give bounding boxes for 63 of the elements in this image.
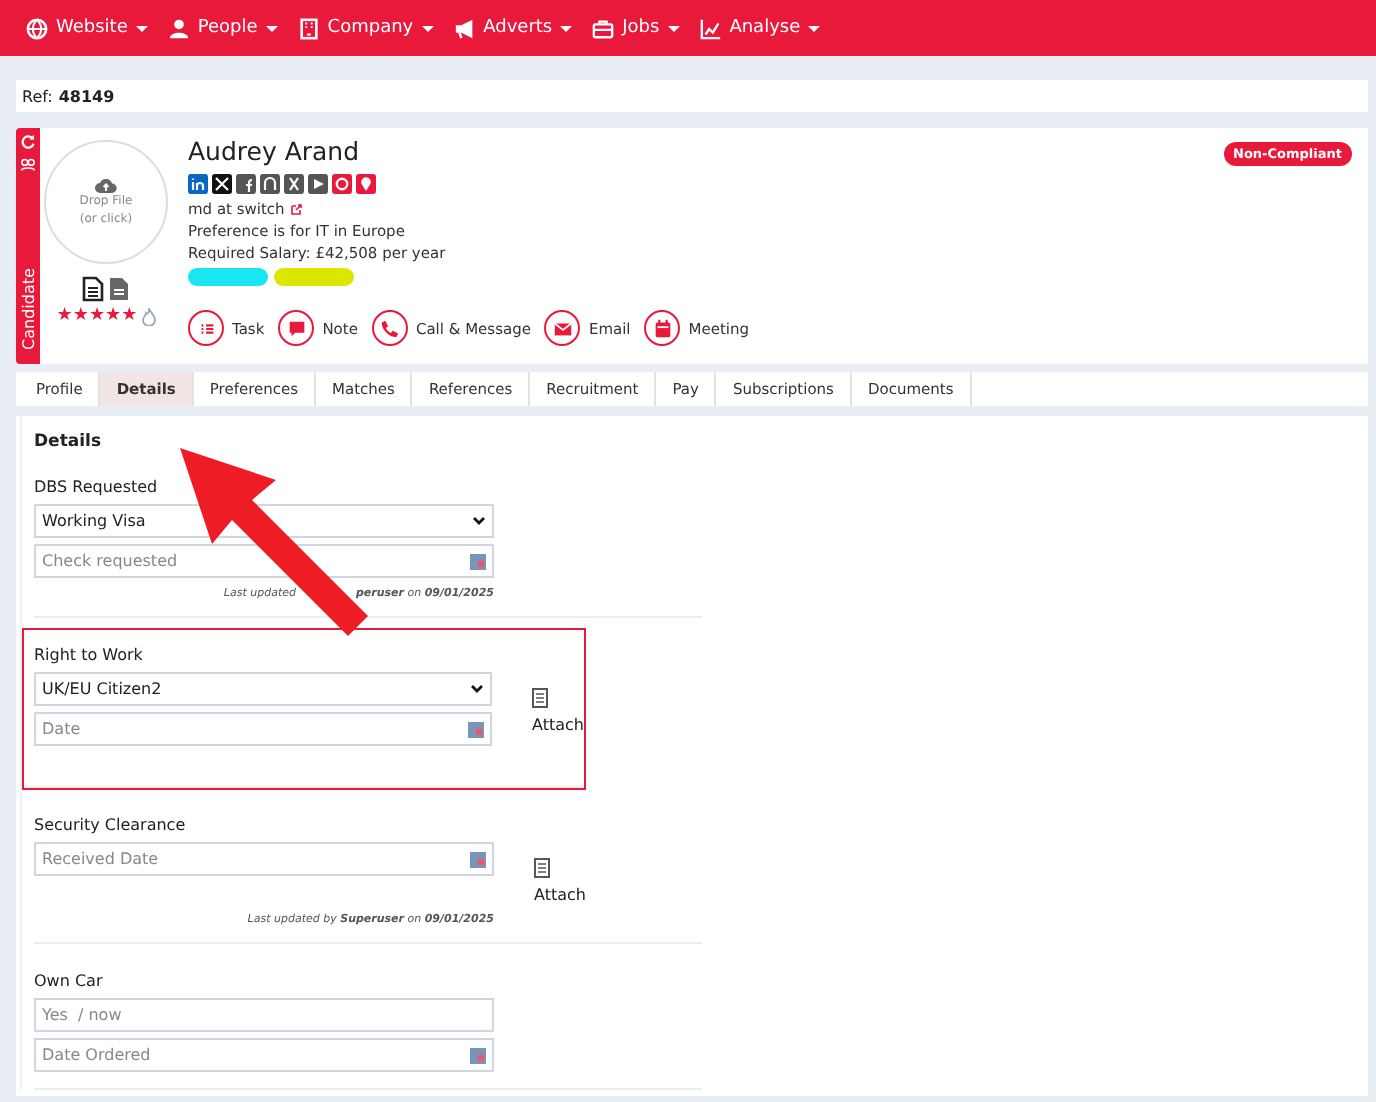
document-icon xyxy=(532,688,549,708)
candidate-label: Candidate xyxy=(19,267,37,349)
document-icon xyxy=(534,858,550,878)
nav-menu-item[interactable]: Company xyxy=(297,17,434,39)
social-icon[interactable] xyxy=(236,174,256,194)
star-icon: ★ xyxy=(88,308,106,326)
field-label: Own Car xyxy=(34,972,105,990)
field-label: Right to Work xyxy=(34,646,145,664)
section-title: Details xyxy=(34,432,104,452)
caret-icon xyxy=(667,25,680,31)
caret-icon xyxy=(135,25,148,31)
text-field[interactable]: Yes / now xyxy=(34,998,494,1032)
field-label: Security Clearance xyxy=(34,816,188,834)
note-icon xyxy=(285,317,308,339)
date-field[interactable]: Date Ordered xyxy=(34,1038,494,1072)
star-icon: ★ xyxy=(105,308,122,326)
megaphone-icon xyxy=(453,17,476,39)
globe-icon xyxy=(26,17,48,39)
star-icon: ★ xyxy=(121,308,138,326)
document-icon[interactable] xyxy=(82,276,104,302)
calendar-icon[interactable] xyxy=(468,721,485,737)
chevron-down-icon xyxy=(472,516,486,526)
person-icon xyxy=(167,17,190,39)
select-field[interactable]: UK/EU Citizen2 xyxy=(34,672,493,706)
social-icon[interactable] xyxy=(308,174,328,194)
caret-icon xyxy=(421,25,434,31)
star-icon: ★ xyxy=(72,308,89,326)
calendar-icon[interactable] xyxy=(470,553,486,569)
social-icon[interactable] xyxy=(212,174,232,194)
phone-icon xyxy=(378,317,401,339)
chevron-down-icon xyxy=(470,684,485,694)
date-field[interactable]: Check requested xyxy=(34,544,494,578)
calendar-icon xyxy=(651,317,674,339)
nav-menu-item[interactable]: Analyse xyxy=(699,17,821,39)
social-icon[interactable] xyxy=(260,174,280,194)
refresh-icon[interactable] xyxy=(20,134,36,150)
flame-icon xyxy=(141,308,156,326)
calendar-icon[interactable] xyxy=(470,1047,486,1063)
calendar-icon[interactable] xyxy=(470,851,486,867)
caret-icon xyxy=(560,25,573,31)
nav-menu-item[interactable]: Website xyxy=(26,17,148,39)
ref-number: 48149 xyxy=(58,87,115,105)
candidate-name: Audrey Arand xyxy=(188,136,362,166)
date-field[interactable]: Date xyxy=(34,712,493,746)
caret-icon xyxy=(265,25,278,31)
date-field[interactable]: Received Date xyxy=(34,842,494,876)
attach-button[interactable]: Attach xyxy=(534,842,586,904)
attach-button[interactable]: Attach xyxy=(532,672,584,746)
chart-icon xyxy=(699,17,722,39)
briefcase-icon xyxy=(592,17,615,39)
nav-menu-item[interactable]: Jobs xyxy=(592,17,680,39)
group-icon[interactable] xyxy=(20,156,36,172)
nav-menu-item[interactable]: People xyxy=(167,17,278,39)
cloud-upload-icon xyxy=(94,176,118,195)
ref-label: Ref: xyxy=(22,87,53,105)
nav-menu-item[interactable]: Adverts xyxy=(453,17,573,39)
field-label: DBS Requested xyxy=(34,478,160,496)
external-link-icon[interactable] xyxy=(290,203,303,215)
caret-icon xyxy=(808,25,821,31)
social-icon[interactable] xyxy=(284,174,304,194)
star-icon: ★ xyxy=(56,308,73,326)
mail-icon xyxy=(551,317,574,339)
building-icon xyxy=(297,17,320,39)
